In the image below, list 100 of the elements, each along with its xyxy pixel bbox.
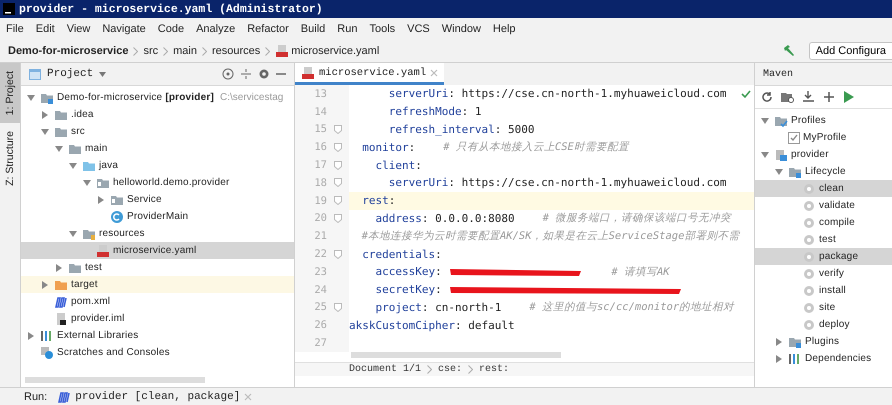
menu-item[interactable]: Run bbox=[337, 23, 358, 35]
collapse-icon[interactable] bbox=[240, 68, 252, 80]
menu-item[interactable]: Analyze bbox=[196, 23, 236, 35]
tree-item[interactable]: test bbox=[21, 259, 294, 276]
tree-item[interactable]: Lifecycle bbox=[755, 163, 892, 180]
tree-item[interactable]: site bbox=[755, 299, 892, 316]
tree-item[interactable]: verify bbox=[755, 265, 892, 282]
tree-item[interactable]: java bbox=[21, 157, 294, 174]
caret-icon[interactable] bbox=[775, 168, 783, 176]
tree-item[interactable]: Demo-for-microservice [provider] C:\servicestag bbox=[21, 89, 294, 106]
menu-item[interactable]: Refactor bbox=[247, 23, 289, 35]
plus-icon[interactable] bbox=[823, 91, 835, 103]
tree-item[interactable]: microservice.yaml bbox=[21, 242, 294, 259]
settings-icon[interactable] bbox=[258, 68, 270, 80]
code-text: https://cse.cn-north-1.myhuaweicloud.com bbox=[462, 176, 726, 190]
add-configuration-button[interactable]: Add Configura bbox=[808, 42, 892, 60]
breadcrumb-item[interactable]: Document 1/1 bbox=[349, 364, 422, 376]
run-tab[interactable]: provider [clean, package] bbox=[57, 390, 252, 404]
menu-item[interactable]: Tools bbox=[369, 23, 396, 35]
editor-tab[interactable]: microservice.yaml bbox=[295, 63, 444, 85]
caret-icon[interactable] bbox=[775, 338, 783, 346]
tree-item[interactable]: install bbox=[755, 282, 892, 299]
tree-item[interactable]: Profiles bbox=[755, 112, 892, 129]
fold-icon[interactable] bbox=[334, 214, 342, 223]
tree-item[interactable]: Dependencies bbox=[755, 350, 892, 367]
tree-item[interactable]: package bbox=[755, 248, 892, 265]
menu-item[interactable]: Help bbox=[492, 23, 516, 35]
tree-item[interactable]: src bbox=[21, 123, 294, 140]
menu-item[interactable]: Window bbox=[442, 23, 481, 35]
tree-item[interactable]: provider bbox=[755, 146, 892, 163]
line-number: 19 bbox=[313, 194, 327, 207]
breadcrumb-item[interactable]: main bbox=[173, 45, 197, 57]
fold-icon[interactable] bbox=[334, 196, 342, 206]
download-icon[interactable] bbox=[802, 91, 815, 103]
tree-item[interactable]: ProviderMain bbox=[21, 208, 294, 225]
tree-item[interactable]: test bbox=[755, 231, 892, 248]
caret-icon[interactable] bbox=[761, 116, 769, 124]
caret-icon[interactable] bbox=[41, 280, 49, 288]
tree-label: External Libraries bbox=[57, 330, 138, 341]
tree-item[interactable]: Scratches and Consoles bbox=[21, 344, 294, 361]
tree-item[interactable]: External Libraries bbox=[21, 327, 294, 344]
tree-item[interactable]: deploy bbox=[755, 316, 892, 333]
refresh-icon[interactable] bbox=[761, 91, 773, 103]
tree-item[interactable]: target bbox=[21, 276, 294, 293]
locate-icon[interactable] bbox=[222, 68, 234, 80]
menu-item[interactable]: View bbox=[66, 23, 90, 35]
run-icon[interactable] bbox=[843, 91, 854, 103]
caret-icon[interactable] bbox=[83, 178, 91, 186]
fold-icon[interactable] bbox=[334, 142, 342, 152]
menu-item[interactable]: File bbox=[6, 23, 24, 35]
hammer-icon[interactable] bbox=[782, 44, 796, 58]
fold-icon[interactable] bbox=[334, 124, 342, 134]
caret-icon[interactable] bbox=[69, 162, 77, 170]
breadcrumb-item[interactable]: rest: bbox=[479, 364, 510, 376]
menu-item[interactable]: Build bbox=[300, 23, 326, 35]
scrollbar[interactable] bbox=[25, 377, 205, 383]
caret-icon[interactable] bbox=[761, 150, 769, 158]
breadcrumb-item[interactable]: cse: bbox=[438, 364, 462, 376]
scrollbar[interactable] bbox=[351, 352, 561, 358]
caret-icon[interactable] bbox=[775, 354, 783, 362]
breadcrumb-item[interactable]: src bbox=[143, 45, 158, 57]
breadcrumb-item[interactable]: Demo-for-microservice bbox=[8, 45, 128, 57]
caret-icon[interactable] bbox=[97, 196, 105, 204]
tree-item[interactable]: Service bbox=[21, 191, 294, 208]
side-tab[interactable]: Z: Structure bbox=[0, 123, 20, 194]
breadcrumb-item[interactable]: microservice.yaml bbox=[275, 44, 380, 58]
tree-item[interactable]: MyProfile bbox=[755, 129, 892, 146]
close-icon[interactable] bbox=[430, 68, 438, 76]
caret-icon[interactable] bbox=[27, 94, 35, 102]
caret-icon[interactable] bbox=[41, 128, 49, 136]
tree-item[interactable]: helloworld.demo.provider bbox=[21, 174, 294, 191]
fold-icon[interactable] bbox=[334, 302, 342, 312]
caret-icon[interactable] bbox=[41, 110, 49, 118]
caret-icon[interactable] bbox=[55, 264, 63, 272]
side-tab[interactable]: 1: Project bbox=[0, 63, 20, 124]
tree-item[interactable]: pom.xml bbox=[21, 293, 294, 310]
menu-item[interactable]: Edit bbox=[36, 23, 55, 35]
menu-item[interactable]: Navigate bbox=[102, 23, 146, 35]
fold-icon[interactable] bbox=[334, 250, 342, 259]
folder-icon[interactable] bbox=[781, 91, 794, 103]
tree-item[interactable]: provider.iml bbox=[21, 310, 294, 327]
tree-item[interactable]: .idea bbox=[21, 106, 294, 123]
checkbox[interactable] bbox=[788, 132, 800, 144]
caret-icon[interactable] bbox=[55, 144, 63, 152]
tree-item[interactable]: validate bbox=[755, 197, 892, 214]
caret-icon[interactable] bbox=[27, 332, 35, 340]
tree-item[interactable]: clean bbox=[755, 180, 892, 197]
caret-icon[interactable] bbox=[69, 230, 77, 238]
tree-item[interactable]: resources bbox=[21, 225, 294, 242]
menu-item[interactable]: VCS bbox=[407, 23, 430, 35]
dropdown-icon[interactable] bbox=[99, 72, 106, 76]
code-text: serverUri bbox=[388, 87, 448, 100]
tree-item[interactable]: compile bbox=[755, 214, 892, 231]
tree-item[interactable]: Plugins bbox=[755, 333, 892, 350]
fold-icon[interactable] bbox=[334, 178, 342, 188]
fold-icon[interactable] bbox=[334, 160, 342, 170]
tree-item[interactable]: main bbox=[21, 140, 294, 157]
panel-title[interactable]: Project bbox=[47, 68, 94, 80]
breadcrumb-item[interactable]: resources bbox=[212, 45, 260, 57]
menu-item[interactable]: Code bbox=[158, 23, 184, 35]
